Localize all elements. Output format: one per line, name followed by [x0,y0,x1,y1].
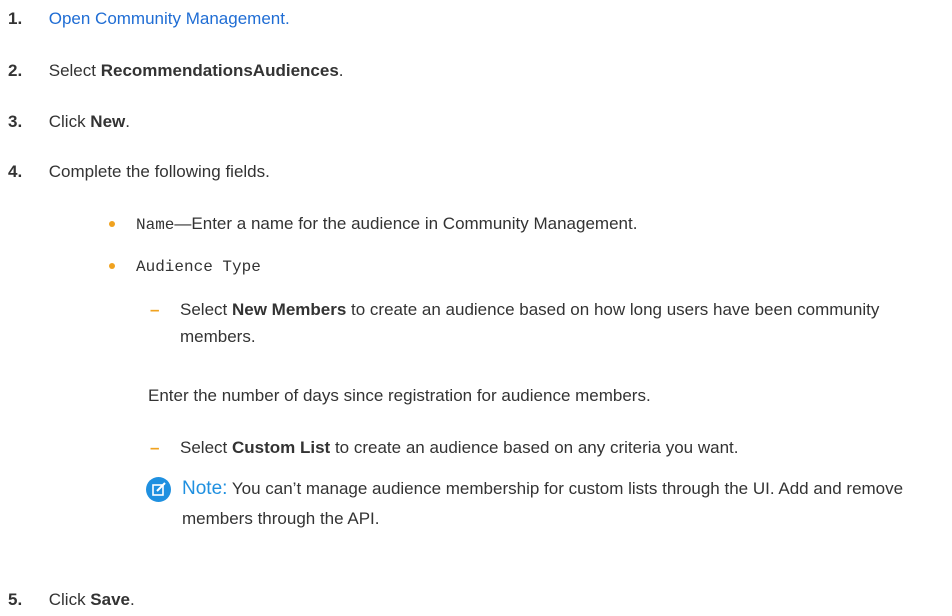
edit-note-icon [146,477,171,502]
bullet-dot-icon [109,221,115,227]
option-bold-term: New Members [231,300,347,319]
step-text-prefix: Select [48,61,101,80]
option-prefix: Select [180,438,232,457]
dash-marker: – [150,438,160,457]
step-number: 3. [8,112,23,131]
option-followup: Enter the number of days since registrat… [148,386,651,405]
step-1: 1. Open Community Management. [8,8,290,30]
field-name-code: Name [136,216,175,234]
bullet-dot-icon [109,263,115,269]
dash-marker: – [150,300,160,319]
step-bold-term: Save [90,590,130,609]
note-text: You can’t manage audience membership for… [182,479,904,528]
step-bold-term: RecommendationsAudiences [100,61,339,80]
option-text: Select Custom List to create an audience… [180,434,940,461]
field-name-description: —Enter a name for the audience in Commun… [174,214,638,233]
step-number: 2. [8,61,23,80]
note-label: Note: [182,478,228,499]
open-community-management-link[interactable]: Open Community Management. [49,9,290,28]
note-body: Note: You can’t manage audience membersh… [182,474,952,534]
step-text-suffix: . [125,112,130,131]
field-audience-type-code: Audience Type [136,258,261,276]
step-bold-term: New [90,112,126,131]
step-text: Complete the following fields. [48,162,270,181]
step-4: 4. Complete the following fields. [8,161,270,183]
step-number: 4. [8,162,23,181]
option-prefix: Select [180,300,232,319]
step-2: 2. Select RecommendationsAudiences. [8,60,344,82]
step-text-prefix: Click [48,590,91,609]
step-number: 5. [8,590,23,609]
step-text-suffix: . [130,590,135,609]
option-bold-term: Custom List [231,438,331,457]
option-suffix: to create an audience based on any crite… [330,438,739,457]
option-text: Select New Members to create an audience… [180,296,940,350]
step-5: 5. Click Save. [8,589,135,611]
step-text-suffix: . [338,61,344,80]
step-text-prefix: Click [48,112,91,131]
step-3: 3. Click New. [8,111,130,133]
step-number: 1. [8,9,23,28]
